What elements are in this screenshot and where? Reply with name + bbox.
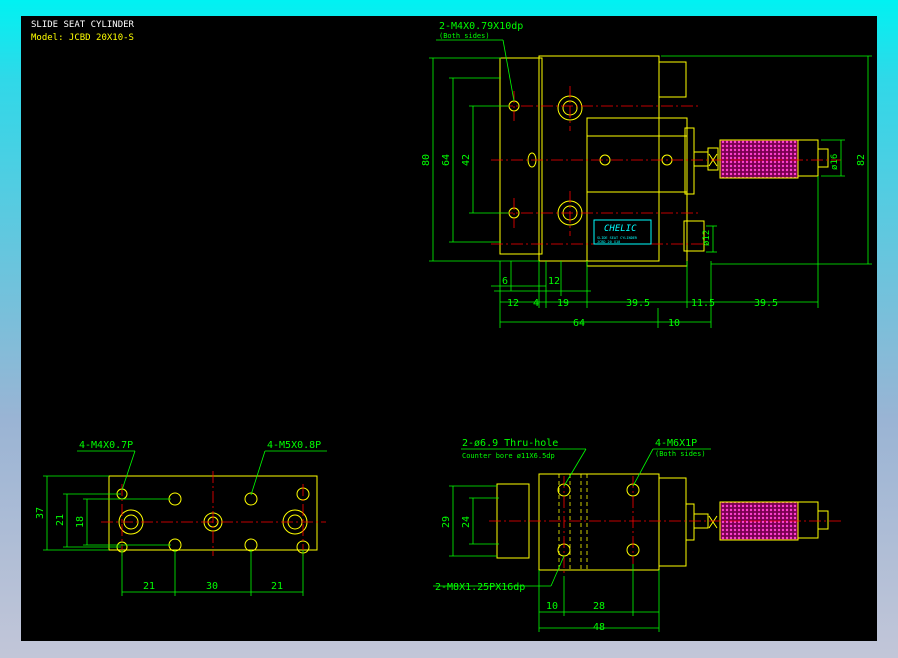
dim-19: 19 <box>557 298 569 309</box>
dim-11-5: 11.5 <box>691 298 715 309</box>
dim-18: 18 <box>75 516 86 528</box>
end-view: 37 21 18 21 30 21 4-M4X0.7P 4-M5X0.8P <box>35 440 327 596</box>
cad-drawing: CHELIC SLIDE SEAT CYLINDER JCBD 20 X10 8… <box>35 21 872 633</box>
dim-80: 80 <box>421 154 432 166</box>
callout-m6: 4-M6X1P <box>655 438 697 449</box>
bottom-view: 29 24 10 28 48 2-ø6.9 Thru-hole Counter … <box>433 438 841 633</box>
body-block <box>538 55 660 262</box>
dim-82: 82 <box>856 154 867 166</box>
dim-d16: ø16 <box>830 154 840 170</box>
callout-tapped-hole-note: (Both sides) <box>439 32 490 40</box>
dim-10: 10 <box>668 318 680 329</box>
port-fitting <box>658 61 687 98</box>
brand-sub2: JCBD 20 X10 <box>597 240 620 244</box>
top-view: CHELIC SLIDE SEAT CYLINDER JCBD 20 X10 8… <box>421 21 872 329</box>
dim-64-vertical: 64 <box>441 154 452 166</box>
dim-28: 28 <box>593 601 605 612</box>
callout-m4: 4-M4X0.7P <box>79 440 133 451</box>
dim-21-left: 21 <box>143 581 155 592</box>
dim-4: 4 <box>533 298 539 309</box>
dim-12-lower: 12 <box>507 298 519 309</box>
dim-21-vertical: 21 <box>55 514 66 526</box>
dim-10-bottom: 10 <box>546 601 558 612</box>
dim-12-upper: 12 <box>548 276 560 287</box>
callout-thru-hole: 2-ø6.9 Thru-hole <box>462 438 558 449</box>
dim-6: 6 <box>502 276 508 287</box>
callout-m6-note: (Both sides) <box>655 450 706 458</box>
brand-logo: CHELIC <box>604 224 637 234</box>
dim-24: 24 <box>461 516 472 528</box>
x-mark-icon-bottom <box>708 515 718 529</box>
callout-tapped-hole: 2-M4X0.79X10dp <box>439 21 523 32</box>
knurled-adjuster <box>719 139 799 179</box>
dim-42: 42 <box>461 154 472 166</box>
dim-30: 30 <box>206 581 218 592</box>
callout-m5: 4-M5X0.8P <box>267 440 321 451</box>
dim-29: 29 <box>441 516 452 528</box>
dim-64-horizontal: 64 <box>573 318 585 329</box>
dim-39-5-right: 39.5 <box>754 298 778 309</box>
dim-39-5-left: 39.5 <box>626 298 650 309</box>
bottom-body <box>538 473 660 571</box>
dim-37: 37 <box>35 507 46 519</box>
callout-m8: 2-M8X1.25PX16dp <box>435 582 525 593</box>
dim-48: 48 <box>593 622 605 633</box>
dim-d12: ø12 <box>702 230 712 246</box>
dim-21-right: 21 <box>271 581 283 592</box>
drawing-frame: SLIDE SEAT CYLINDER Model: JCBD 20X10-S <box>21 16 877 641</box>
callout-counter-bore: Counter bore ø11X6.5dp <box>462 452 555 460</box>
